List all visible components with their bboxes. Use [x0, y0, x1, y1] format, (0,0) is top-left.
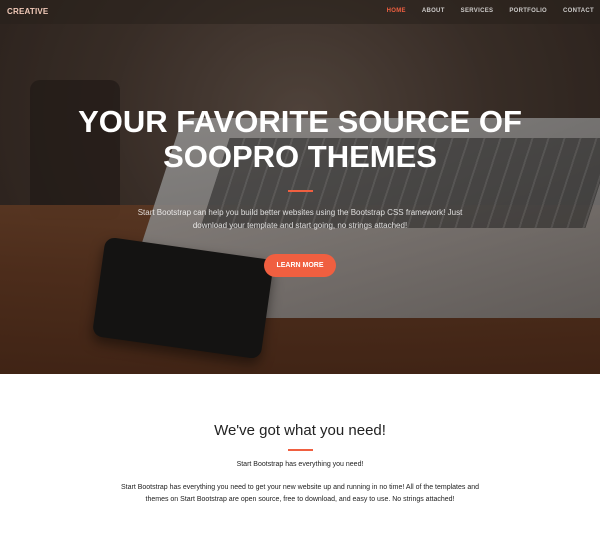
hero-title-line2: SOOPRO THEMES: [163, 139, 437, 174]
hero-title-line1: YOUR FAVORITE SOURCE OF: [78, 104, 522, 139]
nav-menu: HOME ABOUT SERVICES PORTFOLIO CONTACT: [387, 8, 594, 14]
brand-logo[interactable]: CREATIVE: [7, 7, 48, 16]
nav-item-portfolio[interactable]: PORTFOLIO: [509, 8, 547, 14]
about-section: We've got what you need! Start Bootstrap…: [0, 374, 600, 559]
hero-divider: [287, 190, 313, 192]
learn-more-button[interactable]: LEARN MORE: [264, 254, 336, 277]
section-text: Start Bootstrap has everything you need …: [121, 484, 479, 503]
section-divider: [287, 449, 313, 451]
hero-content: YOUR FAVORITE SOURCE OF SOOPRO THEMES St…: [0, 104, 600, 277]
hero-section: YOUR FAVORITE SOURCE OF SOOPRO THEMES St…: [0, 0, 600, 374]
nav-item-contact[interactable]: CONTACT: [563, 8, 594, 14]
top-navbar: CREATIVE HOME ABOUT SERVICES PORTFOLIO C…: [0, 0, 600, 24]
hero-text: Start Bootstrap can help you build bette…: [137, 208, 463, 230]
section-lead: Start Bootstrap has everything you need!: [236, 461, 364, 468]
nav-item-about[interactable]: ABOUT: [422, 8, 445, 14]
nav-item-home[interactable]: HOME: [387, 8, 406, 14]
hero-title: YOUR FAVORITE SOURCE OF SOOPRO THEMES: [0, 104, 600, 174]
nav-item-services[interactable]: SERVICES: [461, 8, 494, 14]
section-heading: We've got what you need!: [214, 422, 386, 439]
